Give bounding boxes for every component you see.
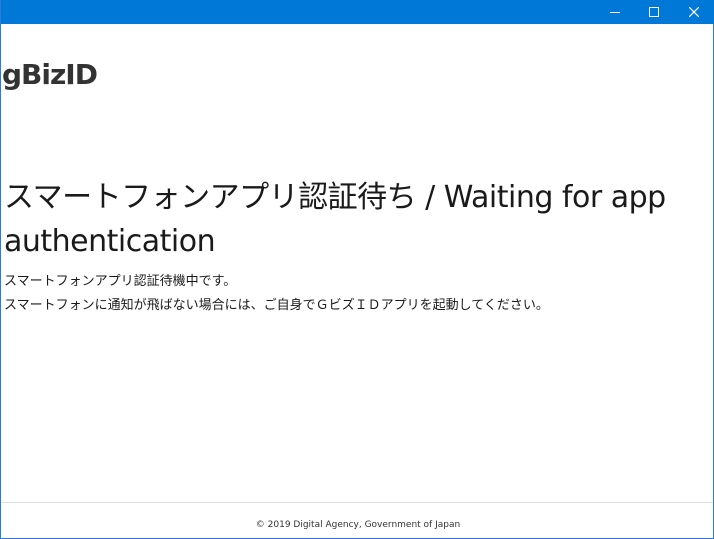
- title-bar[interactable]: [1, 0, 714, 24]
- waiting-message: スマートフォンアプリ認証待機中です。: [4, 274, 237, 289]
- minimize-button[interactable]: [595, 0, 635, 24]
- footer-copyright: © 2019 Digital Agency, Government of Jap…: [255, 520, 461, 530]
- close-button[interactable]: [674, 0, 714, 24]
- minimize-icon: [610, 11, 620, 13]
- close-icon: [689, 7, 699, 17]
- maximize-icon: [649, 7, 659, 17]
- maximize-button[interactable]: [634, 0, 674, 24]
- gbizid-logo: gBizID: [2, 58, 98, 91]
- page-title: スマートフォンアプリ認証待ち / Waiting for app authent…: [4, 180, 666, 259]
- app-window: gBizID スマートフォンアプリ認証待ち / Waiting for app …: [0, 0, 714, 539]
- page-content: gBizID スマートフォンアプリ認証待ち / Waiting for app …: [1, 24, 714, 539]
- instruction-message: スマートフォンに通知が飛ばない場合には、ご自身でＧビズＩＤアプリを起動してくださ…: [4, 298, 549, 313]
- footer-divider: [1, 502, 713, 503]
